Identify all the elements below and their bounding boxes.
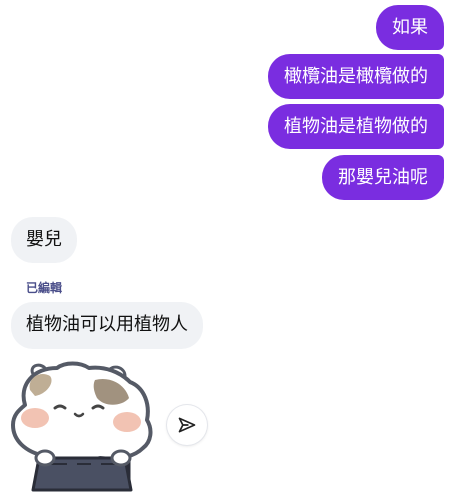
outgoing-message-bubble[interactable]: 植物油是植物做的 [268,104,444,149]
incoming-message-bubble[interactable]: 植物油可以用植物人 [11,302,203,349]
outgoing-message-bubble[interactable]: 如果 [376,5,444,50]
hamster-sticker-image [11,361,153,492]
hamster-sticker[interactable] [5,360,155,495]
send-button[interactable] [167,405,207,445]
outgoing-message-bubble[interactable]: 橄欖油是橄欖做的 [268,54,444,99]
outgoing-message-bubble[interactable]: 那嬰兒油呢 [322,155,444,200]
edited-label: 已編輯 [26,281,63,295]
send-icon [178,417,196,433]
incoming-message-bubble[interactable]: 嬰兒 [11,217,77,263]
